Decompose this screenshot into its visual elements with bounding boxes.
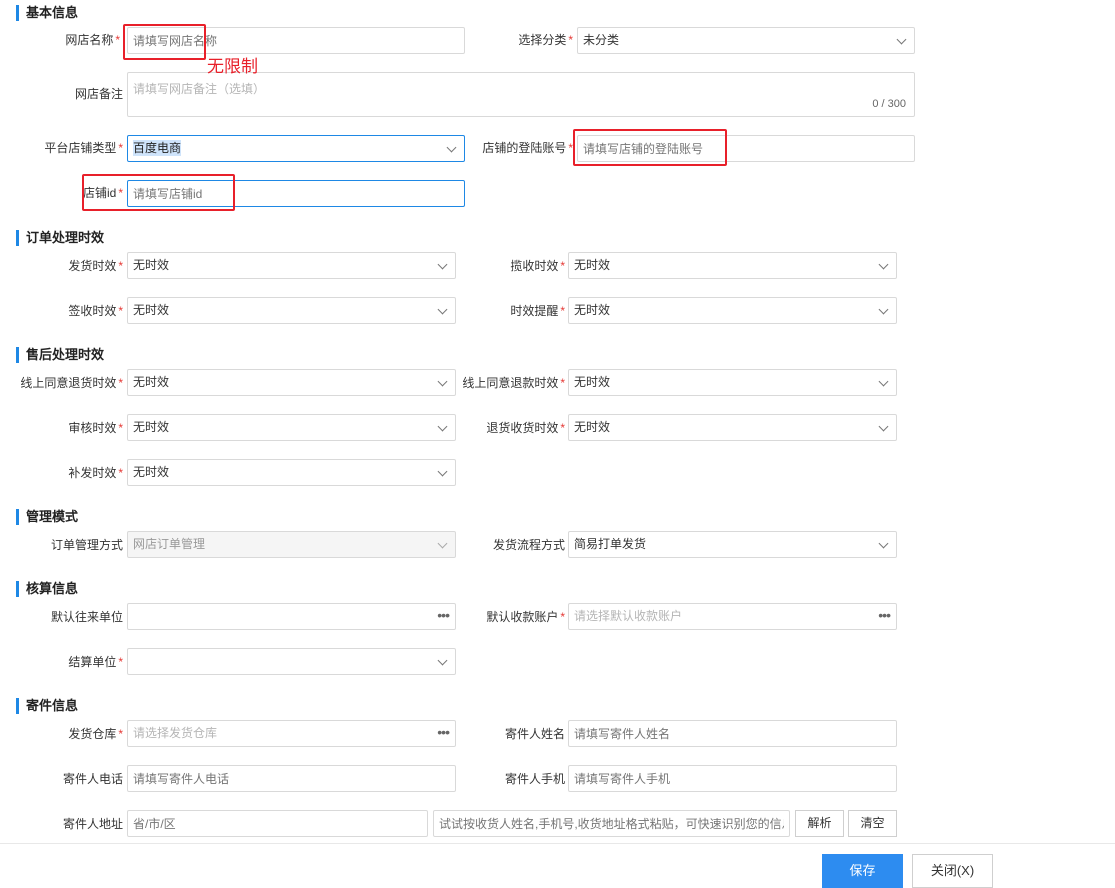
warehouse-placeholder: 请选择发货仓库 (133, 726, 218, 740)
annotation-box-shop-name (123, 24, 206, 60)
audit-time-select[interactable]: 无时效 (127, 414, 456, 441)
annotation-box-login (573, 129, 727, 166)
category-value: 未分类 (583, 33, 620, 47)
return-time-select[interactable]: 无时效 (127, 369, 456, 396)
section-title-order: 订单处理时效 (16, 230, 104, 246)
refund-time-select[interactable]: 无时效 (568, 369, 897, 396)
ship-flow-value: 简易打单发货 (574, 537, 647, 551)
warehouse-label: 发货仓库 * (68, 727, 123, 741)
section-title-mgmt: 管理模式 (16, 509, 78, 525)
audit-time-value: 无时效 (133, 420, 170, 434)
section-title-aftersale: 售后处理时效 (16, 347, 104, 363)
chevron-down-icon (437, 466, 448, 477)
account-placeholder: 请选择默认收款账户 (574, 609, 683, 623)
section-title-sender: 寄件信息 (16, 698, 78, 714)
sender-phone-input[interactable] (127, 765, 456, 792)
sender-address-label: 寄件人地址 (62, 817, 123, 831)
order-mode-value: 网店订单管理 (133, 537, 206, 551)
receive-time-select[interactable]: 无时效 (568, 414, 897, 441)
remark-placeholder: 请填写网店备注（选填） (133, 82, 266, 96)
sign-time-value: 无时效 (133, 303, 170, 317)
remind-value: 无时效 (574, 303, 611, 317)
more-icon[interactable]: ••• (437, 721, 450, 744)
sender-name-label: 寄件人姓名 (504, 727, 565, 741)
ship-time-label: 发货时效 * (68, 259, 123, 273)
receive-time-label: 退货收货时效 * (486, 421, 565, 435)
remind-label: 时效提醒 * (510, 304, 565, 318)
partner-picker[interactable]: ••• (127, 603, 456, 630)
chevron-down-icon (437, 655, 448, 666)
sign-time-label: 签收时效 * (68, 304, 123, 318)
return-time-value: 无时效 (133, 375, 170, 389)
chevron-down-icon (878, 538, 889, 549)
category-label: 选择分类 * (518, 33, 573, 47)
section-title-accounting: 核算信息 (16, 581, 78, 597)
region-input[interactable] (127, 810, 428, 837)
settle-select[interactable] (127, 648, 456, 675)
chevron-down-icon (437, 304, 448, 315)
refund-time-value: 无时效 (574, 375, 611, 389)
parse-button[interactable]: 解析 (795, 810, 844, 837)
chevron-down-icon (878, 304, 889, 315)
chevron-down-icon (446, 142, 457, 153)
sign-time-select[interactable]: 无时效 (127, 297, 456, 324)
pickup-time-select[interactable]: 无时效 (568, 252, 897, 279)
chevron-down-icon (437, 259, 448, 270)
return-time-label: 线上同意退货时效 * (20, 376, 123, 390)
platform-type-label: 平台店铺类型 * (44, 141, 123, 155)
clear-button[interactable]: 清空 (848, 810, 897, 837)
ship-time-value: 无时效 (133, 258, 170, 272)
sender-mobile-input[interactable] (568, 765, 897, 792)
chevron-down-icon (878, 376, 889, 387)
sender-name-input[interactable] (568, 720, 897, 747)
ship-flow-select[interactable]: 简易打单发货 (568, 531, 897, 558)
resend-time-label: 补发时效 * (68, 466, 123, 480)
chevron-down-icon (878, 421, 889, 432)
refund-time-label: 线上同意退款时效 * (462, 376, 565, 390)
more-icon[interactable]: ••• (878, 604, 891, 627)
chevron-down-icon (878, 259, 889, 270)
footer-divider (0, 843, 1115, 844)
ship-flow-label: 发货流程方式 (492, 538, 565, 552)
save-button[interactable]: 保存 (822, 854, 903, 888)
platform-type-value: 百度电商 (133, 140, 182, 156)
close-button[interactable]: 关闭(X) (912, 854, 993, 888)
order-mode-label: 订单管理方式 (50, 538, 123, 552)
pickup-time-value: 无时效 (574, 258, 611, 272)
pickup-time-label: 揽收时效 * (510, 259, 565, 273)
platform-type-select[interactable]: 百度电商 (127, 135, 465, 162)
remind-select[interactable]: 无时效 (568, 297, 897, 324)
warehouse-picker[interactable]: 请选择发货仓库 ••• (127, 720, 456, 747)
resend-time-value: 无时效 (133, 465, 170, 479)
chevron-down-icon (437, 538, 448, 549)
account-picker[interactable]: 请选择默认收款账户 ••• (568, 603, 897, 630)
chevron-down-icon (896, 34, 907, 45)
more-icon[interactable]: ••• (437, 604, 450, 627)
ship-time-select[interactable]: 无时效 (127, 252, 456, 279)
resend-time-select[interactable]: 无时效 (127, 459, 456, 486)
login-account-label: 店铺的登陆账号 * (482, 141, 573, 155)
remark-label: 网店备注 (74, 87, 123, 101)
annotation-box-shop-id (82, 174, 235, 211)
smart-address-input[interactable] (433, 810, 790, 837)
category-select[interactable]: 未分类 (577, 27, 915, 54)
section-title-basic: 基本信息 (16, 5, 78, 21)
sender-mobile-label: 寄件人手机 (504, 772, 565, 786)
shop-name-label: 网店名称 * (65, 33, 120, 47)
settle-label: 结算单位 * (68, 655, 123, 669)
remark-counter: 0 / 300 (872, 98, 906, 110)
chevron-down-icon (437, 421, 448, 432)
account-label: 默认收款账户 * (486, 610, 565, 624)
receive-time-value: 无时效 (574, 420, 611, 434)
sender-phone-label: 寄件人电话 (62, 772, 123, 786)
order-mode-select: 网店订单管理 (127, 531, 456, 558)
remark-textarea[interactable]: 请填写网店备注（选填） 0 / 300 (127, 72, 915, 117)
chevron-down-icon (437, 376, 448, 387)
audit-time-label: 审核时效 * (68, 421, 123, 435)
annotation-text: 无限制 (207, 57, 258, 76)
partner-label: 默认往来单位 (50, 610, 123, 624)
